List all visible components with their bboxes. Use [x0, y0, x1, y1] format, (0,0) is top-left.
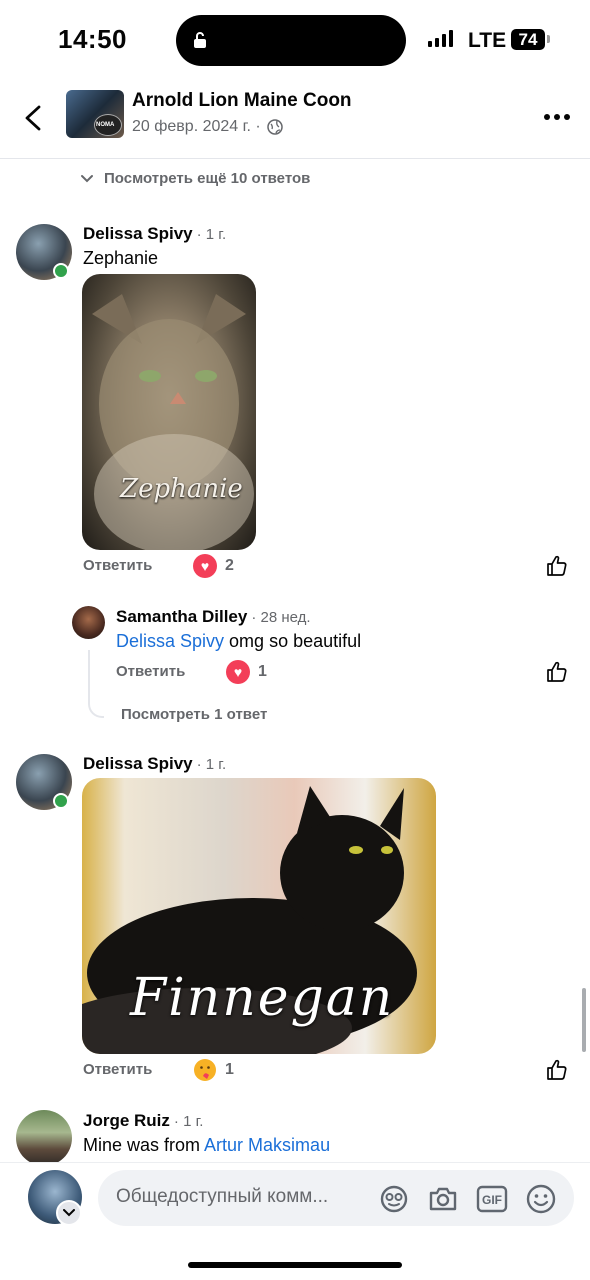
network-type: LTE	[468, 29, 507, 52]
online-status-badge	[53, 263, 69, 279]
chevron-down-icon	[81, 174, 93, 182]
gif-icon[interactable]: GIF	[476, 1183, 508, 1215]
chevron-down-icon[interactable]	[56, 1200, 82, 1226]
home-indicator	[188, 1262, 402, 1268]
comment-text: Zephanie	[83, 248, 159, 268]
reaction-count: 2	[225, 557, 234, 574]
view-replies-link[interactable]: Посмотреть 1 ответ	[121, 706, 267, 723]
comment-time: · 1 г.	[196, 226, 227, 243]
reply-button[interactable]: Ответить	[116, 663, 185, 680]
comment-author[interactable]: Samantha Dilley	[116, 607, 247, 627]
cat-illustration	[92, 294, 254, 550]
online-status-badge	[53, 793, 69, 809]
comment-time: · 28 нед.	[251, 609, 311, 626]
reply-button[interactable]: Ответить	[83, 557, 152, 574]
comment-image-finnegan[interactable]: Finnegan	[82, 778, 436, 1054]
globe-icon	[266, 119, 283, 135]
mention-link[interactable]: Delissa Spivy	[116, 631, 224, 651]
post-date-text: 20 февр. 2024 г. ·	[132, 118, 261, 135]
avatar-jorge[interactable]	[16, 1110, 72, 1166]
comment-author[interactable]: Jorge Ruiz	[83, 1111, 170, 1131]
signal-icon	[428, 30, 453, 47]
post-date: 20 февр. 2024 г. ·	[132, 118, 283, 136]
image-caption: Finnegan	[130, 968, 395, 1028]
like-icon[interactable]	[545, 1058, 569, 1082]
avatar-sticker-icon[interactable]	[378, 1183, 410, 1215]
reply-button[interactable]: Ответить	[83, 1061, 152, 1078]
reaction-count: 1	[225, 1061, 234, 1078]
reply-body: omg so beautiful	[224, 631, 362, 651]
camera-icon[interactable]	[427, 1183, 459, 1215]
comment-input-placeholder: Общедоступный комм...	[116, 1186, 329, 1207]
reaction-summary[interactable]: ♥ 1	[226, 660, 267, 684]
comment-time: · 1 г.	[196, 756, 227, 773]
post-author-title[interactable]: Arnold Lion Maine Coon	[132, 90, 352, 112]
comment-author[interactable]: Delissa Spivy	[83, 224, 193, 244]
comment-image-zephanie[interactable]: Zephanie	[82, 274, 256, 550]
svg-text:GIF: GIF	[482, 1193, 502, 1207]
scrollbar[interactable]	[582, 988, 586, 1052]
thumb-logo-text: NOMA	[96, 122, 115, 128]
lock-icon	[194, 32, 206, 48]
like-icon[interactable]	[545, 554, 569, 578]
header-divider	[0, 158, 590, 159]
avatar-samantha[interactable]	[72, 606, 105, 639]
status-time: 14:50	[58, 24, 127, 54]
battery-tip	[547, 35, 550, 43]
mention-link[interactable]: Artur Maksimau	[204, 1135, 330, 1155]
heart-reaction-icon: ♥	[226, 660, 250, 684]
post-thumbnail[interactable]: NOMA	[66, 90, 124, 138]
care-reaction-icon	[194, 1059, 216, 1081]
reply-text: Delissa Spivy omg so beautiful	[116, 631, 361, 652]
battery-icon: 74	[511, 29, 545, 50]
comment-header: Delissa Spivy · 1 г.	[83, 754, 226, 774]
reaction-summary[interactable]: ♥ 2	[193, 554, 234, 578]
reaction-summary[interactable]: 1	[193, 1058, 234, 1082]
heart-reaction-icon: ♥	[193, 554, 217, 578]
thread-line	[88, 650, 104, 718]
view-more-replies-link[interactable]: Посмотреть ещё 10 ответов	[80, 170, 310, 187]
more-icon[interactable]	[544, 114, 570, 120]
back-icon[interactable]	[22, 104, 44, 132]
image-caption: Zephanie	[120, 474, 243, 504]
reply-header: Samantha Dilley · 28 нед.	[116, 607, 311, 627]
comment-header: Jorge Ruiz · 1 г.	[83, 1111, 203, 1131]
comment-body: Mine was from	[83, 1135, 205, 1155]
comment-text: Mine was from Artur Maksimau	[83, 1135, 330, 1156]
like-icon[interactable]	[545, 660, 569, 684]
view-more-label: Посмотреть ещё 10 ответов	[104, 170, 311, 187]
emoji-icon[interactable]	[525, 1183, 557, 1215]
comment-author[interactable]: Delissa Spivy	[83, 754, 193, 774]
comment-header: Delissa Spivy · 1 г.	[83, 224, 226, 244]
reaction-count: 1	[258, 663, 267, 680]
dynamic-island	[176, 15, 406, 66]
comment-time: · 1 г.	[173, 1113, 204, 1130]
